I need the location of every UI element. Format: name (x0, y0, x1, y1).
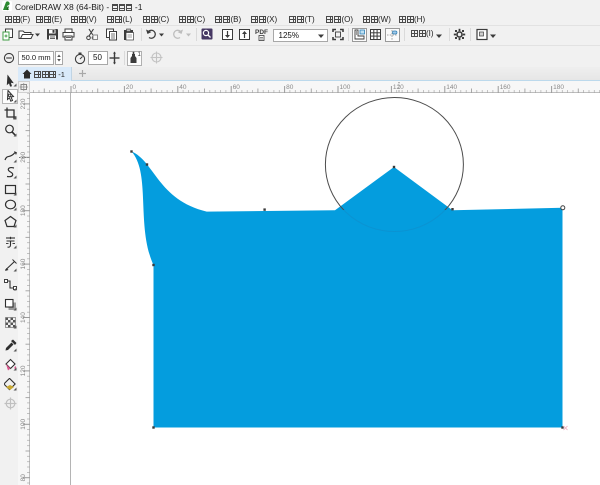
svg-text:180: 180 (20, 204, 27, 215)
svg-text:PDF: PDF (255, 29, 268, 36)
svg-text:0: 0 (73, 84, 77, 91)
svg-text:20: 20 (126, 84, 134, 91)
svg-text:180: 180 (553, 84, 564, 91)
svg-text:140: 140 (20, 311, 27, 322)
svg-text:80: 80 (286, 84, 294, 91)
svg-text:160: 160 (500, 84, 511, 91)
svg-text:140: 140 (446, 84, 457, 91)
svg-text:40: 40 (179, 84, 187, 91)
svg-text:220: 220 (20, 98, 27, 109)
svg-text:160: 160 (20, 258, 27, 269)
svg-text:100: 100 (340, 84, 351, 91)
svg-text:1: 1 (138, 52, 142, 58)
svg-text:120: 120 (20, 365, 27, 376)
svg-text:100: 100 (20, 418, 27, 429)
svg-text:200: 200 (20, 151, 27, 162)
svg-text:60: 60 (233, 84, 241, 91)
svg-text:80: 80 (20, 473, 27, 481)
